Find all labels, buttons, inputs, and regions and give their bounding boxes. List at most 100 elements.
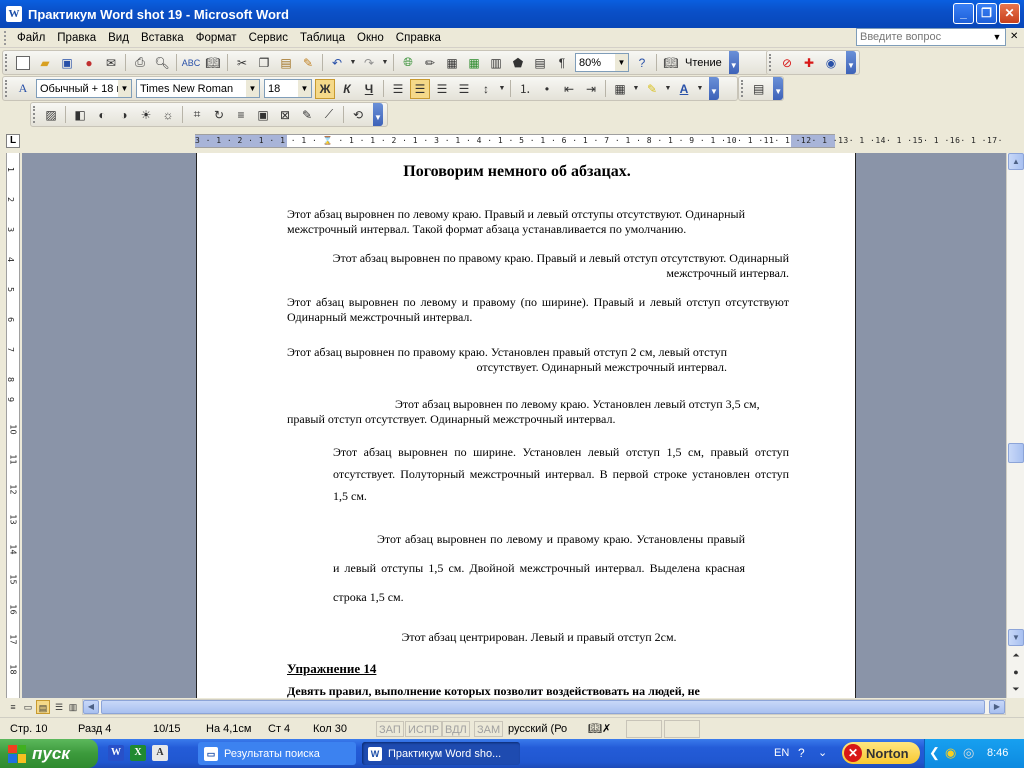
scroll-down-icon[interactable]: ▼: [1008, 629, 1024, 646]
align-right-icon[interactable]: ☰: [432, 79, 452, 99]
color-icon[interactable]: ◧: [70, 105, 90, 125]
status-record[interactable]: ЗАП: [376, 721, 404, 737]
status-position[interactable]: На 4,1см: [206, 721, 251, 737]
format-picture-icon[interactable]: ✎: [297, 105, 317, 125]
tables-borders-icon[interactable]: ✏: [420, 53, 440, 73]
highlight-icon[interactable]: ✎: [642, 79, 662, 99]
copy-icon[interactable]: ❐: [254, 53, 274, 73]
paragraph-justify[interactable]: Этот абзац выровнен по левому и правому …: [287, 295, 789, 325]
line-style-icon[interactable]: ≡: [231, 105, 251, 125]
palette-icon[interactable]: ◉: [821, 53, 841, 73]
menu-format[interactable]: Формат: [190, 32, 243, 44]
reset-picture-icon[interactable]: ⟲: [348, 105, 368, 125]
email-icon[interactable]: ✉: [101, 53, 121, 73]
horizontal-ruler[interactable]: 3 · 1 · 2 · 1 · 1 · 1 · ⌛ · 1 · 1 · 2 · …: [195, 134, 1002, 148]
paragraph-right[interactable]: Этот абзац выровнен по правому краю. Пра…: [287, 251, 789, 281]
chevron-down-icon[interactable]: ▼: [696, 79, 704, 99]
crop-icon[interactable]: ⌗: [187, 105, 207, 125]
horizontal-scroll-thumb[interactable]: [101, 700, 985, 714]
paste-icon[interactable]: ▤: [276, 53, 296, 73]
set-transparent-icon[interactable]: ⟋: [319, 105, 339, 125]
vertical-scrollbar[interactable]: ▲ ▼ ⏶ ● ⏷: [1006, 153, 1024, 698]
outline-view-icon[interactable]: ☰: [52, 700, 66, 714]
start-button[interactable]: пуск: [0, 739, 98, 768]
hyperlink-icon[interactable]: 🌐︎: [398, 53, 418, 73]
next-page-icon[interactable]: ⏷: [1010, 684, 1022, 695]
paragraph-first-line-indent[interactable]: Этот абзац выровнен по ширине. Установле…: [333, 441, 789, 507]
rotate-icon[interactable]: ↻: [209, 105, 229, 125]
numbering-icon[interactable]: ⒈: [515, 79, 535, 99]
language-indicator[interactable]: EN: [774, 747, 789, 759]
toolbar-grip[interactable]: [33, 106, 37, 123]
chevron-down-icon[interactable]: ▼: [118, 80, 131, 97]
menu-file[interactable]: Файл: [11, 32, 51, 44]
chevron-down-icon[interactable]: ▼: [991, 30, 1003, 44]
menu-tools[interactable]: Сервис: [243, 32, 294, 44]
menu-view[interactable]: Вид: [102, 32, 135, 44]
print-layout-icon[interactable]: ▤: [36, 700, 50, 714]
toolbar-options-icon[interactable]: ▼: [846, 51, 856, 74]
toolbar-options-icon[interactable]: ▼: [728, 51, 739, 74]
less-brightness-icon[interactable]: ☼: [158, 105, 178, 125]
insert-table-icon[interactable]: ▦: [442, 53, 462, 73]
status-extend[interactable]: ВДЛ: [442, 721, 470, 737]
excel-quicklaunch-icon[interactable]: X: [130, 745, 146, 761]
reading-view-icon[interactable]: ▥: [66, 700, 80, 714]
paint-quicklaunch-icon[interactable]: A: [152, 745, 168, 761]
decrease-indent-icon[interactable]: ⇤: [559, 79, 579, 99]
word-app-icon[interactable]: W: [6, 6, 22, 22]
exercise-heading[interactable]: Упражнение 14: [287, 661, 376, 677]
tray-network-icon[interactable]: ◉: [945, 745, 956, 761]
new-document-icon[interactable]: [13, 53, 33, 73]
insert-excel-icon[interactable]: ▦: [464, 53, 484, 73]
horizontal-scrollbar[interactable]: ◀ ▶: [82, 699, 1006, 715]
font-select[interactable]: Times New Roman ▼: [136, 79, 260, 98]
save-icon[interactable]: ▣: [57, 53, 77, 73]
paragraph-left[interactable]: Этот абзац выровнен по левому краю. Прав…: [287, 207, 792, 237]
show-formatting-icon[interactable]: ¶: [552, 53, 572, 73]
close-button[interactable]: ✕: [999, 3, 1020, 24]
more-contrast-icon[interactable]: ◐: [92, 105, 112, 125]
status-pages[interactable]: 10/15: [153, 721, 181, 737]
style-select[interactable]: Обычный + 18 г ▼: [36, 79, 132, 98]
chevron-down-icon[interactable]: ▼: [381, 53, 389, 73]
compress-icon[interactable]: ▣: [253, 105, 273, 125]
tray-back-icon[interactable]: ❮: [929, 745, 940, 761]
close-document-icon[interactable]: ✕: [1010, 31, 1021, 42]
bullets-icon[interactable]: •: [537, 79, 557, 99]
scroll-thumb[interactable]: [1008, 443, 1024, 463]
word-quicklaunch-icon[interactable]: W: [108, 745, 124, 761]
line-spacing-icon[interactable]: ↕: [476, 79, 496, 99]
print-icon[interactable]: ⎙: [130, 53, 150, 73]
toolbar-grip[interactable]: [5, 80, 9, 97]
norton-button[interactable]: ✕ Norton: [842, 742, 920, 764]
clock[interactable]: 8:46: [987, 747, 1008, 759]
spelling-status-icon[interactable]: 📖︎✗: [588, 721, 611, 737]
font-color-icon[interactable]: A: [674, 79, 694, 99]
help-icon[interactable]: ?: [632, 53, 652, 73]
previous-page-icon[interactable]: ⏶: [1010, 650, 1022, 661]
read-mode-button[interactable]: Чтение: [682, 57, 725, 69]
bold-button[interactable]: Ж: [315, 78, 335, 99]
status-line[interactable]: Ст 4: [268, 721, 290, 737]
vertical-ruler[interactable]: 1 2 3 4 5 6 7 8 9 10 11 12 13 14 15 16 1…: [6, 153, 20, 698]
document-page[interactable]: Поговорим немного об абзацах. Этот абзац…: [196, 153, 856, 698]
chevron-down-icon[interactable]: ▼: [246, 80, 259, 97]
status-section[interactable]: Разд 4: [78, 721, 111, 737]
status-column[interactable]: Кол 30: [313, 721, 347, 737]
align-left-icon[interactable]: ☰: [388, 79, 408, 99]
status-language[interactable]: русский (Ро: [508, 721, 567, 737]
paragraph-left-indent[interactable]: Этот абзац выровнен по левому краю. Уста…: [287, 397, 792, 427]
styles-icon[interactable]: A: [13, 79, 33, 99]
toolbar-grip[interactable]: [741, 80, 745, 97]
redo-icon[interactable]: ↷: [359, 53, 379, 73]
italic-button[interactable]: К: [337, 79, 357, 99]
minimize-button[interactable]: _: [953, 3, 974, 24]
menu-grip[interactable]: [4, 30, 7, 45]
normal-view-icon[interactable]: ≡: [6, 700, 20, 714]
status-overtype[interactable]: ЗАМ: [474, 721, 504, 737]
restore-button[interactable]: ❐: [976, 3, 997, 24]
toolbar-grip[interactable]: [769, 54, 773, 71]
less-contrast-icon[interactable]: ◑: [114, 105, 134, 125]
scroll-up-icon[interactable]: ▲: [1008, 153, 1024, 170]
